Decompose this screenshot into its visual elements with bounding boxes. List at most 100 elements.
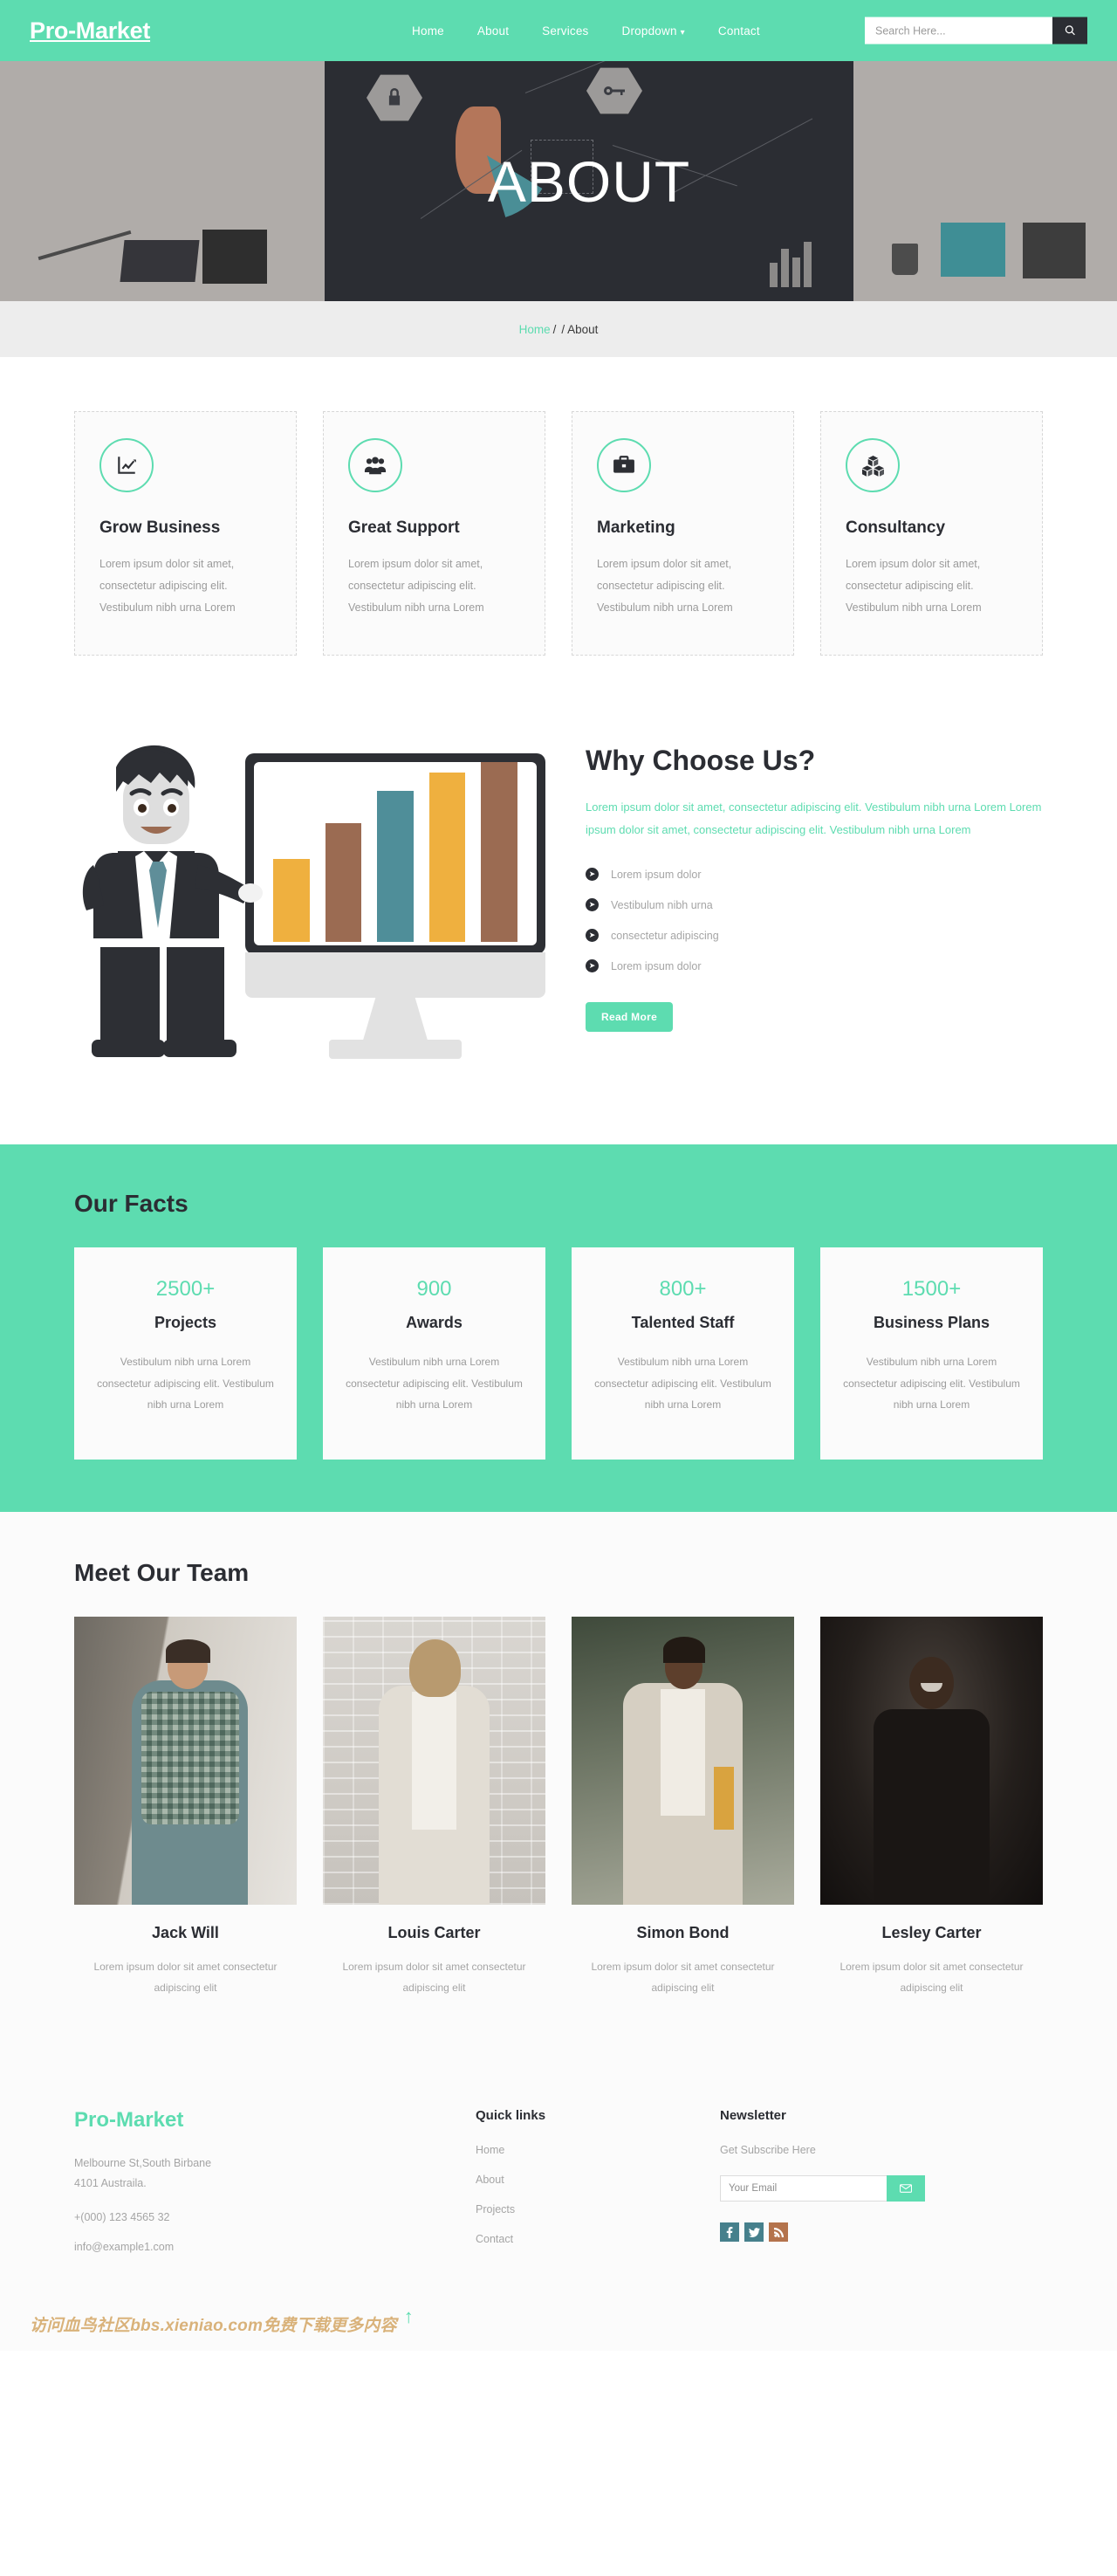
team-member-lesley-carter[interactable]: Lesley Carter Lorem ipsum dolor sit amet…: [820, 1617, 1043, 1998]
service-card-great-support[interactable]: Great Support Lorem ipsum dolor sit amet…: [323, 411, 545, 656]
meet-our-team-section: Meet Our Team Jack Will Lorem ipsum dolo…: [0, 1512, 1117, 2059]
breadcrumb-separator: /: [552, 322, 557, 336]
hero-screen-artwork: ABOUT: [325, 61, 853, 301]
nav-item-services[interactable]: Services: [542, 24, 588, 38]
address-line-2: 4101 Austraila.: [74, 2177, 147, 2190]
arrow-right-circle-icon: ➤: [586, 959, 599, 972]
footer-link-projects[interactable]: Projects: [476, 2203, 720, 2215]
fact-card-awards: 900 Awards Vestibulum nibh urna Lorem co…: [323, 1247, 545, 1460]
footer-link-about[interactable]: About: [476, 2174, 720, 2186]
read-more-button[interactable]: Read More: [586, 1002, 674, 1032]
team-member-louis-carter[interactable]: Louis Carter Lorem ipsum dolor sit amet …: [323, 1617, 545, 1998]
list-item[interactable]: ➤ Lorem ipsum dolor: [586, 868, 1043, 881]
service-title: Consultancy: [846, 519, 946, 537]
arrow-up-icon[interactable]: ↑: [404, 2307, 414, 2326]
fact-number: 800+: [659, 1277, 707, 1301]
service-card-consultancy[interactable]: Consultancy Lorem ipsum dolor sit amet, …: [820, 411, 1043, 656]
chart-bar: [428, 773, 466, 942]
why-feature-list: ➤ Lorem ipsum dolor ➤ Vestibulum nibh urna…: [586, 868, 1043, 972]
fact-description: Vestibulum nibh urna Lorem consectetur a…: [97, 1356, 274, 1412]
service-card-grow-business[interactable]: Grow Business Lorem ipsum dolor sit amet…: [74, 411, 297, 656]
why-choose-us-section: Why Choose Us? Lorem ipsum dolor sit ame…: [0, 704, 1117, 1144]
search-icon: [1065, 25, 1075, 36]
team-member-simon-bond[interactable]: Simon Bond Lorem ipsum dolor sit amet co…: [572, 1617, 794, 1998]
service-title: Great Support: [348, 519, 460, 537]
fact-label: Talented Staff: [631, 1314, 735, 1331]
why-lead-text: Lorem ipsum dolor sit amet, consectetur …: [586, 800, 1042, 836]
chart-bar: [377, 790, 414, 942]
desk-object-decor: [1023, 223, 1086, 278]
list-item[interactable]: ➤ Lorem ipsum dolor: [586, 959, 1043, 972]
list-item-label: Vestibulum nibh urna: [611, 898, 713, 911]
fact-number: 1500+: [901, 1277, 962, 1301]
team-member-photo: [323, 1617, 545, 1905]
fact-label: Awards: [406, 1314, 463, 1331]
desk-monitor-decor: [202, 230, 267, 284]
nav-item-contact[interactable]: Contact: [718, 24, 760, 38]
footer-link-home[interactable]: Home: [476, 2144, 720, 2156]
breadcrumb-separator: /: [561, 322, 565, 336]
nav-label: About: [476, 24, 510, 38]
service-description: Lorem ipsum dolor sit amet, consectetur …: [99, 558, 236, 614]
list-item[interactable]: ➤ Vestibulum nibh urna: [586, 898, 1043, 911]
nav-item-about[interactable]: About: [477, 24, 509, 38]
team-member-name: Louis Carter: [387, 1924, 481, 1941]
arrow-right-circle-icon: ➤: [586, 868, 599, 881]
why-content: Why Choose Us? Lorem ipsum dolor sit ame…: [586, 727, 1043, 1032]
search-button[interactable]: [1052, 17, 1087, 45]
buildings-decor: [770, 242, 812, 287]
service-title: Marketing: [597, 519, 675, 537]
site-footer: Pro-Market Melbourne St,South Birbane 41…: [0, 2059, 1117, 2298]
chart-bar: [481, 762, 517, 942]
fact-number: 900: [416, 1277, 452, 1301]
footer-brand-column: Pro-Market Melbourne St,South Birbane 41…: [74, 2108, 476, 2270]
footer-email[interactable]: info@example1.com: [74, 2241, 476, 2253]
nav-item-home[interactable]: Home: [412, 24, 444, 38]
newsletter-submit-button[interactable]: [887, 2175, 925, 2202]
fact-card-business-plans: 1500+ Business Plans Vestibulum nibh urn…: [820, 1247, 1043, 1460]
brand-logo[interactable]: Pro-Market: [30, 17, 150, 45]
desk-teal-book-decor: [941, 223, 1005, 277]
page-title: ABOUT: [487, 148, 691, 214]
service-title: Grow Business: [99, 519, 221, 537]
nav-label: Home: [412, 24, 444, 38]
newsletter-email-input[interactable]: [720, 2175, 887, 2202]
team-member-jack-will[interactable]: Jack Will Lorem ipsum dolor sit amet con…: [74, 1617, 297, 1998]
breadcrumb-home-link[interactable]: Home: [519, 323, 551, 336]
footer-phone[interactable]: +(000) 123 4565 32: [74, 2211, 476, 2223]
rss-icon[interactable]: [769, 2222, 788, 2242]
briefcase-icon: [597, 438, 651, 492]
list-item-label: consectetur adipiscing: [611, 929, 719, 942]
fact-description: Vestibulum nibh urna Lorem consectetur a…: [843, 1356, 1020, 1412]
breadcrumb: Home / / About: [0, 301, 1117, 357]
key-icon: [586, 67, 642, 114]
nav-item-dropdown[interactable]: Dropdown ▾: [622, 24, 685, 38]
cubes-icon: [846, 438, 900, 492]
arrow-right-circle-icon: ➤: [586, 898, 599, 911]
social-links: [720, 2222, 1043, 2242]
services-section: Grow Business Lorem ipsum dolor sit amet…: [0, 357, 1117, 704]
address-line-1: Melbourne St,South Birbane: [74, 2157, 212, 2169]
desk-cup-decor: [892, 244, 918, 275]
service-description: Lorem ipsum dolor sit amet, consectetur …: [597, 558, 733, 614]
users-group-icon: [348, 438, 402, 492]
footer-link-contact[interactable]: Contact: [476, 2233, 720, 2245]
watermark-bar: 访问血鸟社区bbs.xieniao.com免费下载更多内容 ↑: [0, 2297, 1117, 2352]
watermark-text: 访问血鸟社区bbs.xieniao.com免费下载更多内容: [30, 2316, 397, 2335]
list-item[interactable]: ➤ consectetur adipiscing: [586, 929, 1043, 942]
team-member-bio: Lorem ipsum dolor sit amet consectetur a…: [591, 1961, 775, 1994]
fact-description: Vestibulum nibh urna Lorem consectetur a…: [346, 1356, 523, 1412]
newsletter-form: [720, 2175, 925, 2202]
fact-description: Vestibulum nibh urna Lorem consectetur a…: [594, 1356, 771, 1412]
team-title: Meet Our Team: [74, 1559, 250, 1586]
search-input[interactable]: [865, 17, 1052, 45]
service-card-marketing[interactable]: Marketing Lorem ipsum dolor sit amet, co…: [572, 411, 794, 656]
facts-title: Our Facts: [74, 1190, 188, 1217]
twitter-icon[interactable]: [744, 2222, 764, 2242]
arrow-right-circle-icon: ➤: [586, 929, 599, 942]
footer-address: Melbourne St,South Birbane 4101 Austrail…: [74, 2154, 476, 2194]
fact-label: Business Plans: [873, 1314, 990, 1331]
quick-links-title: Quick links: [476, 2108, 546, 2123]
facebook-icon[interactable]: [720, 2222, 739, 2242]
service-description: Lorem ipsum dolor sit amet, consectetur …: [846, 558, 982, 614]
